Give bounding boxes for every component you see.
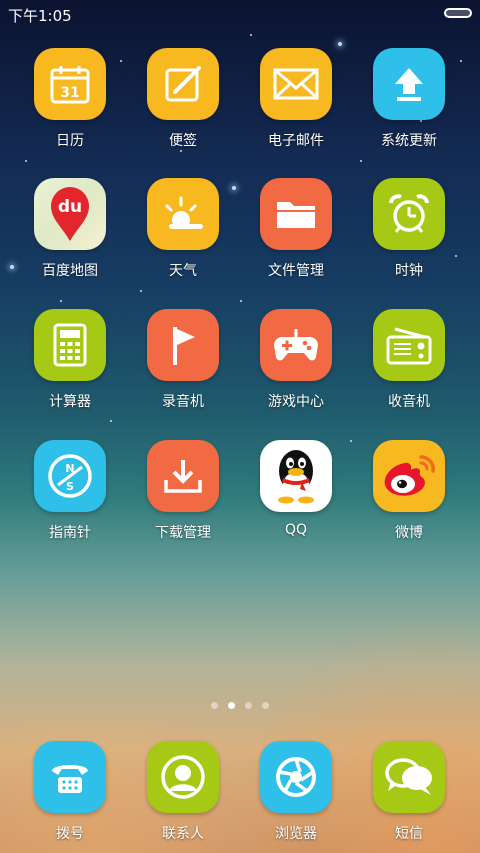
app-calendar[interactable]: 31 日历 <box>20 48 120 150</box>
page-dot[interactable] <box>262 702 269 709</box>
app-download-manager[interactable]: 下载管理 <box>133 440 233 542</box>
app-label: 电子邮件 <box>268 133 324 149</box>
app-label: 游戏中心 <box>268 394 324 410</box>
app-label: 录音机 <box>162 394 204 410</box>
app-label: 便签 <box>169 133 197 149</box>
app-label: 系统更新 <box>381 133 437 149</box>
notepad-icon <box>147 48 219 120</box>
calendar-date: 31 <box>60 85 79 101</box>
page-dot-active[interactable] <box>228 702 235 709</box>
status-bar: 下午1:05 <box>0 0 480 28</box>
app-notes[interactable]: 便签 <box>133 48 233 150</box>
dock-browser[interactable]: 浏览器 <box>246 741 346 843</box>
page-dot[interactable] <box>245 702 252 709</box>
compass-icon: N S <box>34 440 106 512</box>
dock-contacts[interactable]: 联系人 <box>133 741 233 843</box>
app-clock[interactable]: 时钟 <box>359 178 459 280</box>
app-label: 浏览器 <box>275 826 317 842</box>
app-label: 联系人 <box>162 826 204 842</box>
browser-icon <box>260 741 332 813</box>
compass-south: S <box>66 480 74 493</box>
system-update-icon <box>373 48 445 120</box>
compass-north: N <box>65 462 74 475</box>
qq-penguin-icon <box>260 440 332 512</box>
app-label: QQ <box>284 522 308 538</box>
app-email[interactable]: 电子邮件 <box>246 48 346 150</box>
app-compass[interactable]: N S 指南针 <box>20 440 120 542</box>
radio-icon <box>373 309 445 381</box>
page-dot[interactable] <box>211 702 218 709</box>
app-calculator[interactable]: 计算器 <box>20 309 120 411</box>
email-icon <box>260 48 332 120</box>
app-label: 拨号 <box>56 826 84 842</box>
baidu-map-icon: du <box>34 178 106 250</box>
app-game-center[interactable]: 游戏中心 <box>246 309 346 411</box>
messages-icon <box>373 741 445 813</box>
app-baidu-map[interactable]: du 百度地图 <box>20 178 120 280</box>
app-label: 下载管理 <box>155 525 211 541</box>
status-time: 下午1:05 <box>8 7 72 25</box>
gamepad-icon <box>260 309 332 381</box>
app-qq[interactable]: QQ <box>246 440 346 538</box>
calculator-icon <box>34 309 106 381</box>
calendar-icon: 31 <box>34 48 106 120</box>
dock-dialer[interactable]: 拨号 <box>20 741 120 843</box>
app-weibo[interactable]: 微博 <box>359 440 459 542</box>
app-radio[interactable]: 收音机 <box>359 309 459 411</box>
app-label: 天气 <box>169 263 197 279</box>
app-label: 短信 <box>395 826 423 842</box>
app-label: 指南针 <box>49 525 91 541</box>
app-label: 日历 <box>56 133 84 149</box>
app-label: 计算器 <box>49 394 91 410</box>
weibo-icon <box>373 440 445 512</box>
contacts-icon <box>147 741 219 813</box>
baidu-badge: du <box>58 197 82 217</box>
app-recorder[interactable]: 录音机 <box>133 309 233 411</box>
dock-messages[interactable]: 短信 <box>359 741 459 843</box>
weather-icon <box>147 178 219 250</box>
folder-icon <box>260 178 332 250</box>
download-icon <box>147 440 219 512</box>
app-label: 收音机 <box>388 394 430 410</box>
app-weather[interactable]: 天气 <box>133 178 233 280</box>
app-label: 微博 <box>395 525 423 541</box>
app-system-update[interactable]: 系统更新 <box>359 48 459 150</box>
battery-icon <box>444 8 472 18</box>
alarm-clock-icon <box>373 178 445 250</box>
app-file-manager[interactable]: 文件管理 <box>246 178 346 280</box>
phone-icon <box>34 741 106 813</box>
app-label: 时钟 <box>395 263 423 279</box>
page-indicator <box>0 702 480 709</box>
app-label: 百度地图 <box>42 263 98 279</box>
recorder-icon <box>147 309 219 381</box>
app-label: 文件管理 <box>268 263 324 279</box>
